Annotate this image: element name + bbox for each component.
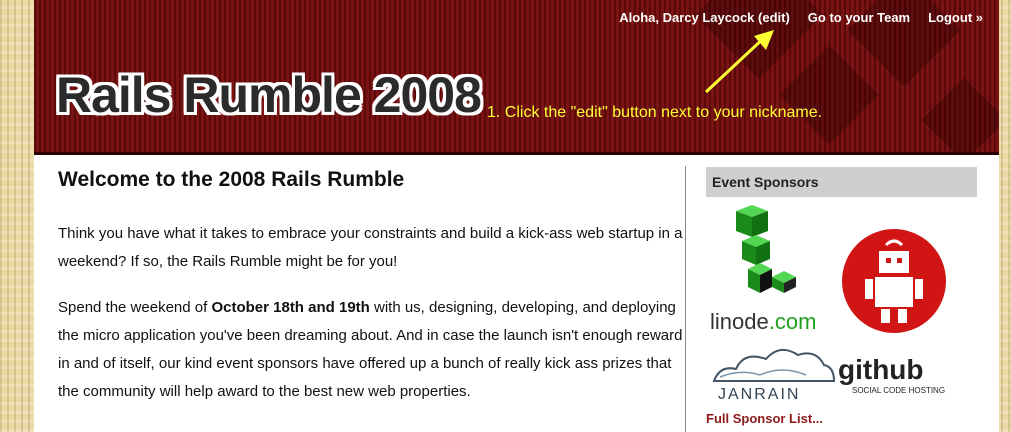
- github-logo-icon[interactable]: github SOCIAL CODE HOSTING: [838, 354, 945, 395]
- header-decoration: [921, 77, 999, 152]
- sponsor-logo-grid: linode.com JANRAIN github SOCIAL CODE HO…: [710, 205, 946, 403]
- sidebar: Event Sponsors linode.com JANRAIN github…: [706, 167, 977, 426]
- svg-text:SOCIAL CODE HOSTING: SOCIAL CODE HOSTING: [852, 386, 945, 395]
- event-text-start: Spend the weekend of: [58, 299, 212, 316]
- instruction-callout: 1. Click the "edit" button next to your …: [487, 104, 823, 121]
- page-title: Welcome to the 2008 Rails Rumble: [58, 168, 405, 191]
- page-container: Aloha, Darcy Laycock (edit) Go to your T…: [34, 0, 999, 432]
- top-navigation: Aloha, Darcy Laycock (edit) Go to your T…: [619, 10, 983, 25]
- column-divider: [685, 166, 686, 432]
- team-link[interactable]: Go to your Team: [808, 10, 910, 25]
- sponsor-logos: linode.com JANRAIN github SOCIAL CODE HO…: [706, 197, 977, 403]
- site-header: Aloha, Darcy Laycock (edit) Go to your T…: [34, 0, 999, 155]
- event-dates: October 18th and 19th: [211, 299, 370, 316]
- user-greeting-edit-link[interactable]: Aloha, Darcy Laycock (edit): [619, 10, 790, 25]
- site-logo[interactable]: Rails Rumble 2008: [56, 66, 482, 124]
- svg-text:github: github: [838, 354, 924, 385]
- svg-text:linode.com: linode.com: [710, 309, 816, 334]
- janrain-logo-icon[interactable]: JANRAIN: [712, 348, 836, 403]
- robot-logo-icon[interactable]: [842, 229, 946, 333]
- svg-text:JANRAIN: JANRAIN: [718, 386, 800, 403]
- full-sponsor-list-link[interactable]: Full Sponsor List...: [706, 411, 823, 426]
- main-content: Welcome to the 2008 Rails Rumble Think y…: [58, 168, 688, 424]
- callout-arrow-icon: [704, 30, 774, 94]
- logout-link[interactable]: Logout »: [928, 10, 983, 25]
- header-decoration: [779, 45, 879, 145]
- intro-paragraph: Think you have what it takes to embrace …: [58, 225, 683, 270]
- sponsors-heading: Event Sponsors: [706, 167, 977, 197]
- event-paragraph: Spend the weekend of October 18th and 19…: [58, 294, 688, 406]
- linode-logo-icon[interactable]: linode.com: [710, 205, 816, 334]
